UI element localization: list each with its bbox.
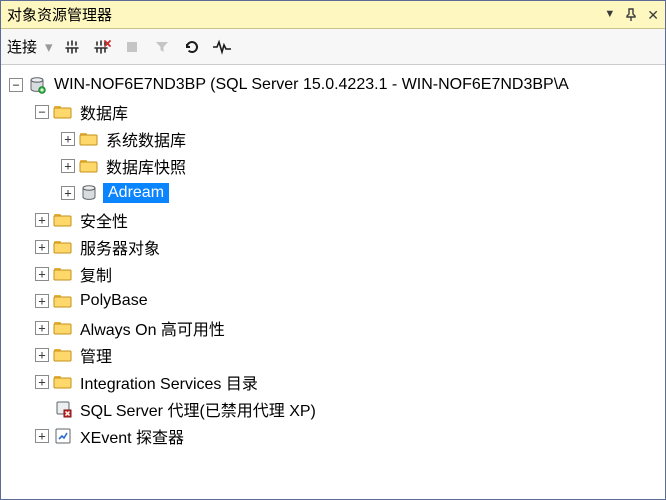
tree-node-management[interactable]: + 管理 — [35, 341, 665, 368]
folder-icon — [53, 319, 73, 337]
expand-icon[interactable]: + — [35, 348, 49, 362]
server-icon — [27, 76, 47, 94]
refresh-button[interactable] — [179, 33, 205, 61]
databases-label: 数据库 — [77, 99, 131, 125]
tree-view[interactable]: − WIN-NOF6E7ND3BP (SQL Server 15.0.4223.… — [1, 65, 665, 499]
folder-icon — [79, 157, 99, 175]
expand-icon[interactable]: + — [35, 321, 49, 335]
replication-label: 复制 — [77, 261, 115, 287]
filter-icon[interactable] — [149, 33, 175, 61]
connect-server-button[interactable] — [59, 33, 85, 61]
panel-titlebar: 对象资源管理器 ▼ ✕ — [1, 1, 665, 29]
tree-node-system-databases[interactable]: + 系统数据库 — [61, 125, 665, 152]
tree-node-polybase[interactable]: + PolyBase — [35, 287, 665, 314]
tree-node-replication[interactable]: + 复制 — [35, 260, 665, 287]
server-objects-label: 服务器对象 — [77, 234, 163, 260]
tree-node-xevent[interactable]: + XEvent 探查器 — [35, 422, 665, 449]
folder-icon — [53, 238, 73, 256]
stop-button[interactable] — [119, 33, 145, 61]
agent-disabled-icon — [53, 400, 73, 418]
dropdown-icon[interactable]: ▼ — [604, 9, 615, 20]
xevent-label: XEvent 探查器 — [77, 423, 187, 449]
disconnect-button[interactable] — [89, 33, 115, 61]
collapse-icon[interactable]: − — [35, 105, 49, 119]
expand-icon[interactable]: + — [61, 186, 75, 200]
management-label: 管理 — [77, 342, 115, 368]
separator: ▾ — [43, 38, 55, 56]
folder-icon — [79, 130, 99, 148]
folder-icon — [53, 265, 73, 283]
expand-icon[interactable]: + — [35, 267, 49, 281]
xevent-icon — [53, 427, 73, 445]
server-label: WIN-NOF6E7ND3BP (SQL Server 15.0.4223.1 … — [51, 75, 572, 95]
expand-icon[interactable]: + — [35, 240, 49, 254]
tree-node-database-snapshots[interactable]: + 数据库快照 — [61, 152, 665, 179]
sql-agent-label: SQL Server 代理(已禁用代理 XP) — [77, 396, 319, 422]
database-snapshots-label: 数据库快照 — [103, 153, 189, 179]
tree-node-alwayson[interactable]: + Always On 高可用性 — [35, 314, 665, 341]
expand-icon[interactable]: + — [35, 375, 49, 389]
folder-icon — [53, 373, 73, 391]
folder-icon — [53, 103, 73, 121]
tree-node-sql-agent[interactable]: + SQL Server 代理(已禁用代理 XP) — [35, 395, 665, 422]
pin-icon[interactable] — [625, 8, 637, 22]
polybase-label: PolyBase — [77, 291, 151, 311]
folder-icon — [53, 211, 73, 229]
alwayson-label: Always On 高可用性 — [77, 315, 228, 341]
close-icon[interactable]: ✕ — [647, 8, 659, 22]
tree-node-databases[interactable]: − 数据库 — [35, 98, 665, 125]
security-label: 安全性 — [77, 207, 131, 233]
toolbar: 连接 ▾ — [1, 29, 665, 65]
expand-icon[interactable]: + — [35, 213, 49, 227]
tree-node-server-objects[interactable]: + 服务器对象 — [35, 233, 665, 260]
system-databases-label: 系统数据库 — [103, 126, 189, 152]
collapse-icon[interactable]: − — [9, 78, 23, 92]
activity-icon[interactable] — [209, 33, 235, 61]
tree-node-security[interactable]: + 安全性 — [35, 206, 665, 233]
expand-icon[interactable]: + — [61, 159, 75, 173]
tree-node-server[interactable]: − WIN-NOF6E7ND3BP (SQL Server 15.0.4223.… — [9, 71, 665, 98]
tree-node-integration-services[interactable]: + Integration Services 目录 — [35, 368, 665, 395]
connect-button[interactable]: 连接 — [7, 36, 37, 57]
adream-label: Adream — [103, 183, 169, 203]
database-icon — [79, 184, 99, 202]
expand-icon[interactable]: + — [35, 429, 49, 443]
folder-icon — [53, 346, 73, 364]
panel-window-controls: ▼ ✕ — [604, 8, 659, 22]
tree-node-adream[interactable]: + Adream — [61, 179, 665, 206]
folder-icon — [53, 292, 73, 310]
expand-icon[interactable]: + — [35, 294, 49, 308]
integration-services-label: Integration Services 目录 — [77, 369, 261, 395]
expand-icon[interactable]: + — [61, 132, 75, 146]
panel-title: 对象资源管理器 — [7, 4, 604, 25]
